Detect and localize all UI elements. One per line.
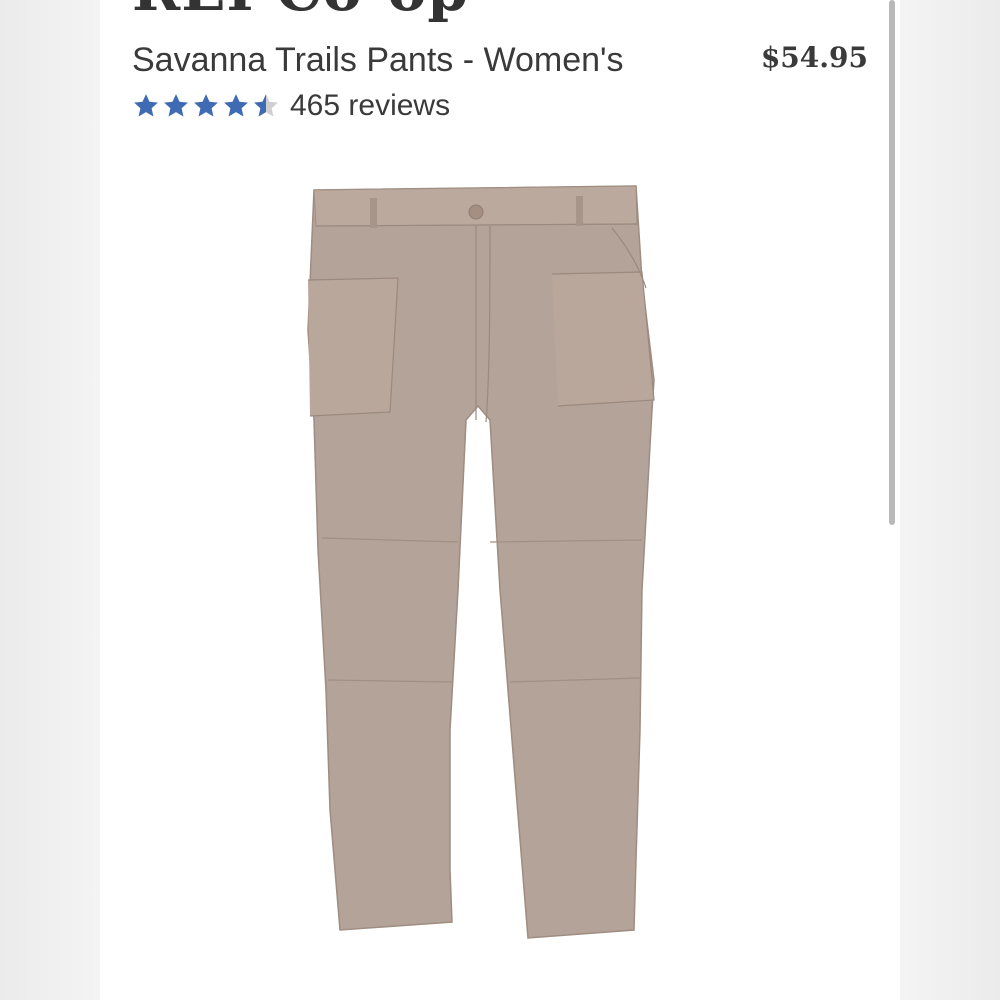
half-star-icon	[254, 94, 278, 117]
brand-logo: REI Co-op	[132, 0, 469, 20]
star-icon	[224, 94, 248, 117]
rating-row[interactable]: 465 reviews	[132, 86, 450, 126]
scrollbar[interactable]	[889, 0, 895, 525]
product-card[interactable]: REI Co-op Savanna Trails Pants - Women's…	[100, 0, 900, 1000]
background-right	[900, 0, 1000, 1000]
star-icon	[194, 94, 218, 117]
product-title[interactable]: Savanna Trails Pants - Women's	[132, 38, 624, 82]
star-icon	[134, 94, 158, 117]
pants-image[interactable]	[290, 170, 680, 950]
star-rating	[132, 92, 280, 120]
product-price: $54.95	[760, 41, 868, 74]
star-icon	[164, 94, 188, 117]
reviews-link[interactable]: 465 reviews	[290, 86, 450, 126]
background-left	[0, 0, 100, 1000]
